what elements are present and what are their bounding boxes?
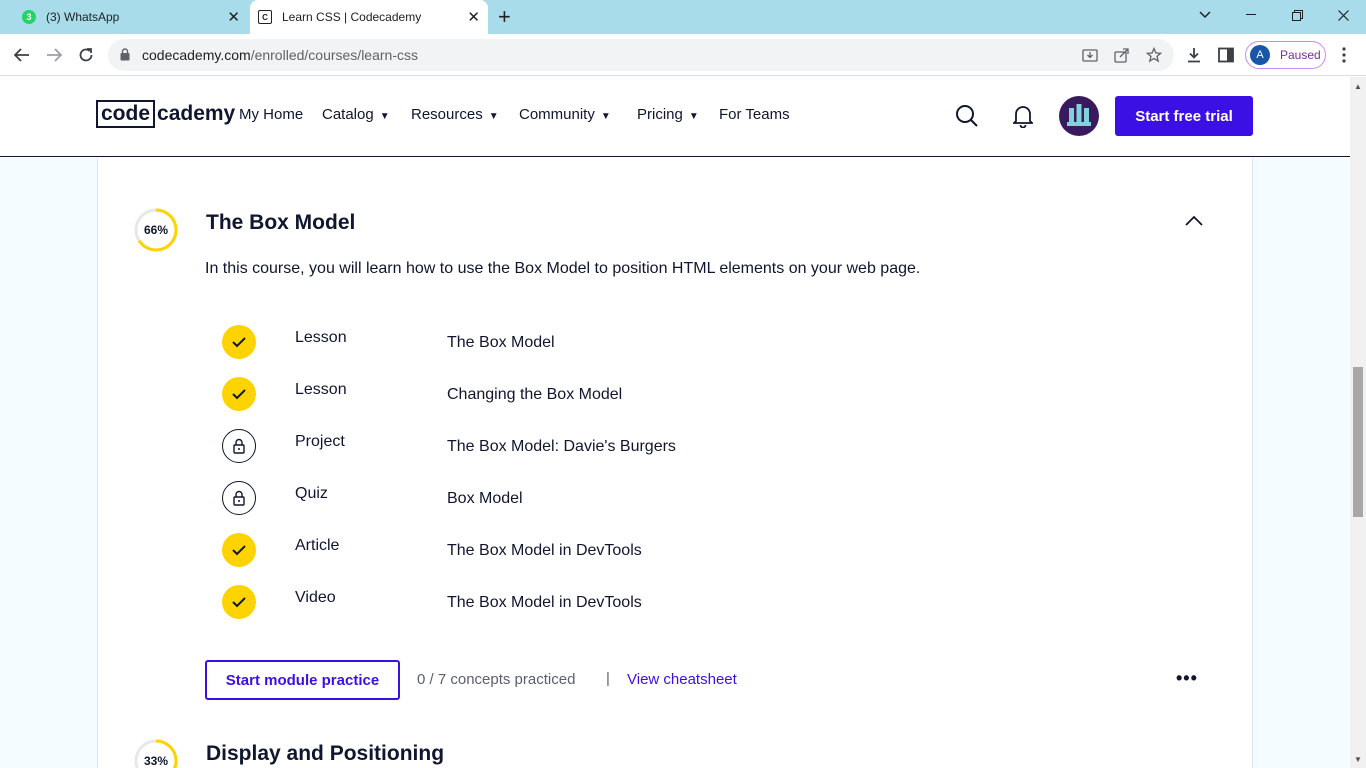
item-type: Lesson [295, 381, 347, 398]
tab-codecademy[interactable]: C Learn CSS | Codecademy ✕ [250, 0, 488, 34]
browser-tab-strip: 3 (3) WhatsApp ✕ C Learn CSS | Codecadem… [0, 0, 1366, 34]
install-app-icon[interactable] [1080, 45, 1100, 65]
module-progress-label: 66% [143, 223, 169, 237]
search-icon[interactable] [953, 102, 981, 130]
scroll-up-arrow-icon[interactable]: ▲ [1350, 79, 1366, 93]
profile-status: Paused [1280, 48, 1321, 62]
checkmark-icon [222, 533, 256, 567]
module-item-row[interactable]: Project The Box Model: Davie's Burgers [222, 429, 922, 463]
share-icon[interactable] [1112, 45, 1132, 65]
item-title[interactable]: The Box Model in DevTools [447, 542, 642, 560]
next-module-progress-label: 33% [143, 754, 169, 768]
module-item-row[interactable]: Video The Box Model in DevTools [222, 585, 922, 619]
lock-icon[interactable] [120, 48, 130, 66]
item-type: Video [295, 589, 336, 606]
browser-toolbar: codecademy.com/enrolled/courses/learn-cs… [0, 34, 1366, 76]
checkmark-icon [222, 377, 256, 411]
module-item-row[interactable]: Lesson Changing the Box Model [222, 377, 922, 411]
item-title[interactable]: Box Model [447, 490, 523, 508]
whatsapp-icon: 3 [22, 10, 36, 24]
module-item-row[interactable]: Article The Box Model in DevTools [222, 533, 922, 567]
module-description: In this course, you will learn how to us… [205, 260, 921, 277]
concepts-practiced: 0 / 7 concepts practiced [417, 671, 576, 688]
codecademy-favicon-icon: C [258, 10, 272, 24]
close-tab-icon[interactable]: ✕ [467, 8, 480, 26]
bookmark-star-icon[interactable] [1144, 45, 1164, 65]
separator: | [606, 670, 610, 687]
tab-search-chevron-icon[interactable] [1182, 0, 1228, 30]
item-title[interactable]: The Box Model in DevTools [447, 594, 642, 612]
address-bar[interactable]: codecademy.com/enrolled/courses/learn-cs… [108, 39, 1174, 71]
item-type: Lesson [295, 329, 347, 346]
close-tab-icon[interactable]: ✕ [227, 8, 240, 26]
start-module-practice-button[interactable]: Start module practice [205, 660, 400, 700]
nav-pricing[interactable]: Pricing ▼ [637, 106, 699, 123]
chevron-up-icon[interactable] [1184, 214, 1204, 232]
nav-label: Pricing [637, 106, 683, 123]
scroll-down-arrow-icon[interactable]: ▼ [1350, 752, 1366, 766]
reload-icon[interactable] [73, 42, 99, 68]
item-title[interactable]: The Box Model [447, 334, 555, 352]
nav-label: Catalog [322, 106, 374, 123]
url-path: /enrolled/courses/learn-css [250, 47, 418, 63]
item-title[interactable]: Changing the Box Model [447, 386, 622, 404]
start-free-trial-button[interactable]: Start free trial [1115, 96, 1253, 136]
module-title[interactable]: The Box Model [206, 211, 355, 235]
more-options-icon[interactable]: ••• [1176, 668, 1198, 689]
forward-icon[interactable] [41, 42, 67, 68]
profile-avatar: A [1250, 45, 1270, 65]
tab-title: Learn CSS | Codecademy [282, 10, 422, 24]
nav-my-home[interactable]: My Home [239, 106, 303, 123]
restore-icon[interactable] [1274, 0, 1320, 30]
logo-cademy: cademy [157, 102, 236, 125]
next-module-title[interactable]: Display and Positioning [206, 742, 444, 766]
nav-for-teams[interactable]: For Teams [719, 106, 790, 123]
tab-whatsapp[interactable]: 3 (3) WhatsApp ✕ [8, 0, 248, 34]
lock-icon [222, 481, 256, 515]
item-type: Article [295, 537, 340, 554]
tab-title: (3) WhatsApp [46, 10, 120, 24]
nav-label: Community [519, 106, 595, 123]
close-window-icon[interactable] [1320, 0, 1366, 30]
back-icon[interactable] [9, 42, 35, 68]
module-item-row[interactable]: Quiz Box Model [222, 481, 922, 515]
nav-catalog[interactable]: Catalog ▼ [322, 106, 390, 123]
module-item-row[interactable]: Lesson The Box Model [222, 325, 922, 359]
lock-icon [222, 429, 256, 463]
profile-chip[interactable]: A Paused [1245, 41, 1326, 69]
nav-label: Resources [411, 106, 483, 123]
codecademy-logo[interactable]: code cademy [96, 100, 235, 128]
site-header: code cademy My Home Catalog ▼ Resources ▼ C… [0, 77, 1350, 157]
nav-label: My Home [239, 106, 304, 123]
checkmark-icon [222, 585, 256, 619]
checkmark-icon [222, 325, 256, 359]
view-cheatsheet-link[interactable]: View cheatsheet [627, 671, 737, 688]
nav-label: For Teams [719, 106, 790, 123]
url-text: codecademy.com/enrolled/courses/learn-cs… [142, 47, 418, 63]
scrollbar-thumb[interactable] [1353, 367, 1363, 517]
item-type: Quiz [295, 485, 328, 502]
downloads-icon[interactable] [1181, 42, 1207, 68]
logo-code: code [96, 100, 156, 128]
notification-bell-icon[interactable] [1009, 102, 1037, 130]
side-panel-icon[interactable] [1213, 42, 1239, 68]
caret-down-icon: ▼ [488, 111, 499, 122]
new-tab-icon[interactable]: + [498, 4, 511, 30]
page-scrollbar[interactable]: ▲ ▼ [1350, 77, 1366, 768]
caret-down-icon: ▼ [600, 111, 611, 122]
url-host: codecademy.com [142, 47, 251, 63]
caret-down-icon: ▼ [688, 111, 699, 122]
chrome-menu-icon[interactable] [1331, 42, 1357, 68]
minimize-icon[interactable] [1228, 0, 1274, 30]
user-avatar[interactable] [1059, 96, 1099, 136]
nav-resources[interactable]: Resources ▼ [411, 106, 499, 123]
nav-community[interactable]: Community ▼ [519, 106, 611, 123]
item-type: Project [295, 433, 345, 450]
caret-down-icon: ▼ [379, 111, 390, 122]
item-title[interactable]: The Box Model: Davie's Burgers [447, 438, 676, 456]
